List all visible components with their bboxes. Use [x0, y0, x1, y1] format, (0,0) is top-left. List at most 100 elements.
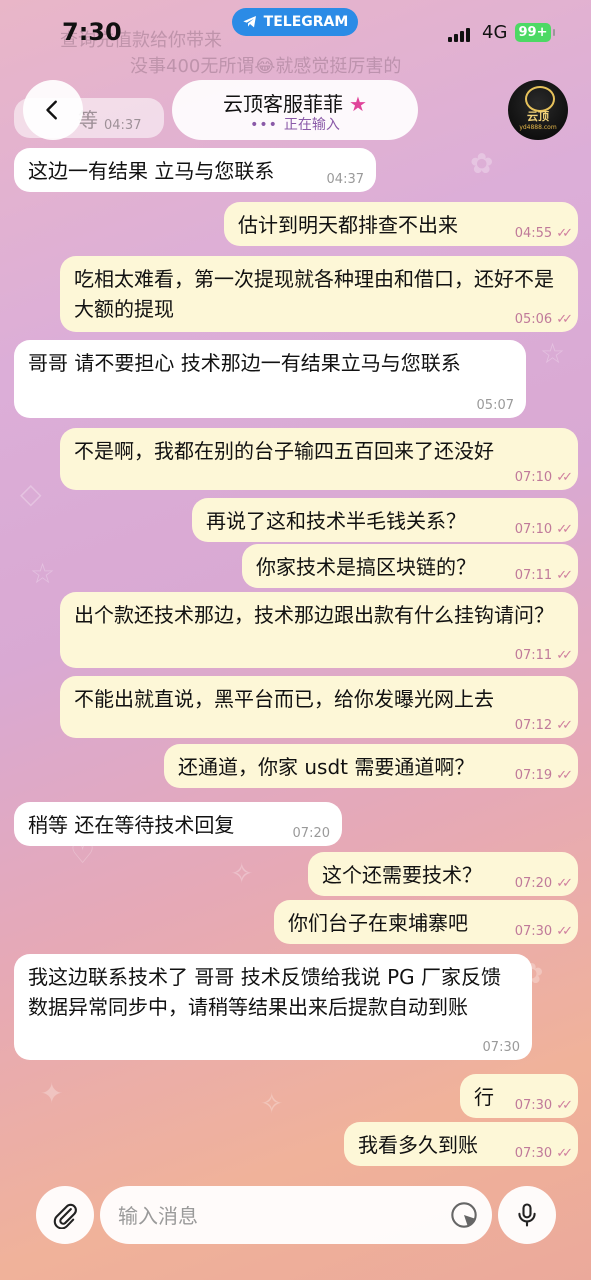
wallpaper-diamond-icon: ◇: [20, 477, 42, 510]
message-time: 07:20: [293, 826, 330, 842]
message-text: 我这边联系技术了 哥哥 技术反馈给我说 PG 厂家反馈数据异常同步中，请稍等结果…: [28, 965, 501, 1019]
message-bubble[interactable]: 估计到明天都排查不出来 04:55 ✓✓: [224, 202, 578, 246]
message-bubble[interactable]: 再说了这和技术半毛钱关系？ 07:10 ✓✓: [192, 498, 578, 542]
message-text: 哥哥 请不要担心 技术那边一有结果立马与您联系: [28, 351, 461, 375]
wallpaper-star-icon: ☆: [30, 557, 56, 590]
message-time: 07:30 ✓✓: [514, 1146, 573, 1162]
message-text: 再说了这和技术半毛钱关系？: [206, 509, 466, 533]
message-bubble[interactable]: 这边一有结果 立马与您联系 04:37: [14, 148, 376, 192]
message-bubble[interactable]: 行 07:30 ✓✓: [460, 1074, 578, 1118]
message-time-text: 04:37: [326, 172, 364, 187]
message-bubble[interactable]: 哥哥 请不要担心 技术那边一有结果立马与您联系 05:07: [14, 340, 526, 418]
message-bubble[interactable]: 我这边联系技术了 哥哥 技术反馈给我说 PG 厂家反馈数据异常同步中，请稍等结果…: [14, 954, 532, 1060]
attach-icon: [53, 1203, 77, 1229]
message-text: 这个还需要技术？: [322, 863, 482, 887]
message-text: 不能出就直说，黑平台而已，给你发曝光网上去: [74, 687, 494, 711]
message-bubble[interactable]: 不是啊，我都在别的台子输四五百回来了还没好 07:10 ✓✓: [60, 428, 578, 490]
message-bubble[interactable]: 出个款还技术那边，技术那边跟出款有什么挂钩请问？ 07:11 ✓✓: [60, 592, 578, 668]
read-ticks-icon: ✓✓: [556, 522, 573, 537]
message-bubble[interactable]: 还通道，你家 usdt 需要通道啊？ 07:19 ✓✓: [164, 744, 578, 788]
wallpaper-star-icon: ✦: [40, 1077, 64, 1110]
message-bubble[interactable]: 我看多久到账 07:30 ✓✓: [344, 1122, 578, 1166]
message-time-text: 05:07: [476, 398, 514, 413]
message-time: 05:07: [477, 398, 514, 414]
partial-message-time: 04:37: [104, 118, 142, 133]
message-time: 04:55 ✓✓: [514, 226, 573, 242]
message-time-text: 07:30: [514, 1146, 553, 1161]
message-time: 05:06 ✓✓: [514, 312, 573, 328]
message-time: 07:10 ✓✓: [514, 470, 573, 486]
message-time-text: 07:10: [514, 470, 553, 485]
status-bar: 查询充值款给你带来 没事400无所谓😂就感觉挺厉害的 7:30 TELEGRAM…: [0, 0, 591, 77]
message-time: 07:30 ✓✓: [514, 1098, 573, 1114]
read-ticks-icon: ✓✓: [556, 768, 573, 783]
telegram-pill-label: TELEGRAM: [263, 14, 349, 30]
message-text: 估计到明天都排查不出来: [238, 213, 458, 237]
message-time-text: 07:12: [514, 718, 553, 733]
read-ticks-icon: ✓✓: [556, 1146, 573, 1161]
message-bubble[interactable]: 不能出就直说，黑平台而已，给你发曝光网上去 07:12 ✓✓: [60, 676, 578, 738]
typing-status: ••• 正在输入: [172, 114, 418, 134]
read-ticks-icon: ✓✓: [556, 924, 573, 939]
message-input-box[interactable]: [100, 1186, 492, 1244]
wallpaper-star-icon: ✧: [230, 857, 254, 890]
telegram-icon: [243, 16, 256, 28]
message-text: 你家技术是搞区块链的？: [256, 555, 476, 579]
message-input[interactable]: [116, 1200, 420, 1232]
avatar-logo-name: 云顶: [527, 110, 549, 123]
message-text: 不是啊，我都在别的台子输四五百回来了还没好: [74, 439, 494, 463]
chat-title: 云顶客服菲菲 ★: [172, 88, 418, 117]
mic-icon: [518, 1203, 536, 1227]
message-text: 还通道，你家 usdt 需要通道啊？: [178, 755, 475, 779]
message-text: 出个款还技术那边，技术那边跟出款有什么挂钩请问？: [74, 603, 554, 627]
sticker-icon[interactable]: [450, 1201, 478, 1229]
faded-previous-text: 没事400无所谓😂就感觉挺厉害的: [130, 56, 402, 77]
message-time: 07:30 ✓✓: [514, 924, 573, 940]
message-time: 07:11 ✓✓: [515, 648, 573, 664]
message-time-text: 07:30: [514, 1098, 553, 1113]
message-time: 07:20 ✓✓: [514, 876, 573, 892]
message-text: 吃相太难看，第一次提现就各种理由和借口，还好不是大额的提现: [74, 267, 554, 321]
signal-icon: [448, 26, 470, 42]
message-time: 07:11 ✓✓: [514, 568, 573, 584]
message-bubble[interactable]: 这个还需要技术？ 07:20 ✓✓: [308, 852, 578, 896]
typing-dots-icon: •••: [250, 117, 278, 133]
microphone-button[interactable]: [498, 1186, 556, 1244]
read-ticks-icon: ✓✓: [556, 648, 573, 663]
telegram-pill[interactable]: TELEGRAM: [232, 8, 358, 36]
message-bubble[interactable]: 你们台子在柬埔寨吧 07:30 ✓✓: [274, 900, 578, 944]
message-bubble[interactable]: 稍等 还在等待技术回复 07:20: [14, 802, 342, 846]
message-text: 这边一有结果 立马与您联系: [28, 159, 275, 183]
read-ticks-icon: ✓✓: [556, 876, 573, 891]
message-time-text: 07:20: [514, 876, 553, 891]
message-time-text: 07:30: [514, 924, 553, 939]
back-button[interactable]: [23, 80, 83, 140]
status-time: 7:30: [62, 18, 122, 46]
wallpaper-star-icon: ☆: [540, 337, 566, 370]
message-text: 我看多久到账: [358, 1133, 478, 1157]
message-time-text: 07:11: [514, 568, 553, 583]
chat-header[interactable]: 云顶客服菲菲 ★ ••• 正在输入: [172, 80, 418, 140]
attach-button[interactable]: [36, 1186, 94, 1244]
read-ticks-icon: ✓✓: [556, 470, 573, 485]
avatar[interactable]: 云顶 yd4888.com: [508, 80, 568, 140]
message-time-text: 07:19: [514, 768, 553, 783]
chat-title-text: 云顶客服菲菲: [223, 92, 344, 116]
wallpaper-butterfly-icon: ✿: [470, 147, 494, 180]
avatar-logo-sub: yd4888.com: [519, 124, 557, 131]
wallpaper-star-icon: ✧: [260, 1087, 284, 1120]
message-time-text: 04:55: [514, 226, 553, 241]
message-text: 稍等 还在等待技术回复: [28, 813, 235, 837]
typing-status-text: 正在输入: [283, 117, 340, 133]
message-bubble[interactable]: 你家技术是搞区块链的？ 07:11 ✓✓: [242, 544, 578, 588]
message-time: 07:19 ✓✓: [514, 768, 573, 784]
message-time-text: 07:20: [292, 826, 330, 841]
chat-screen: ✿ ☆ ◇ ☆ ♡ ✧ ✿ ✦ ✧ 查询充值款给你带来 没事400无所谓😂就感觉…: [0, 0, 591, 1280]
message-time-text: 07:10: [514, 522, 553, 537]
message-bubble[interactable]: 吃相太难看，第一次提现就各种理由和借口，还好不是大额的提现 05:06 ✓✓: [60, 256, 578, 332]
message-time-text: 05:06: [514, 312, 553, 327]
battery-indicator: 99+: [515, 23, 555, 42]
read-ticks-icon: ✓✓: [556, 312, 573, 327]
read-ticks-icon: ✓✓: [556, 718, 573, 733]
message-text: 行: [474, 1085, 494, 1109]
